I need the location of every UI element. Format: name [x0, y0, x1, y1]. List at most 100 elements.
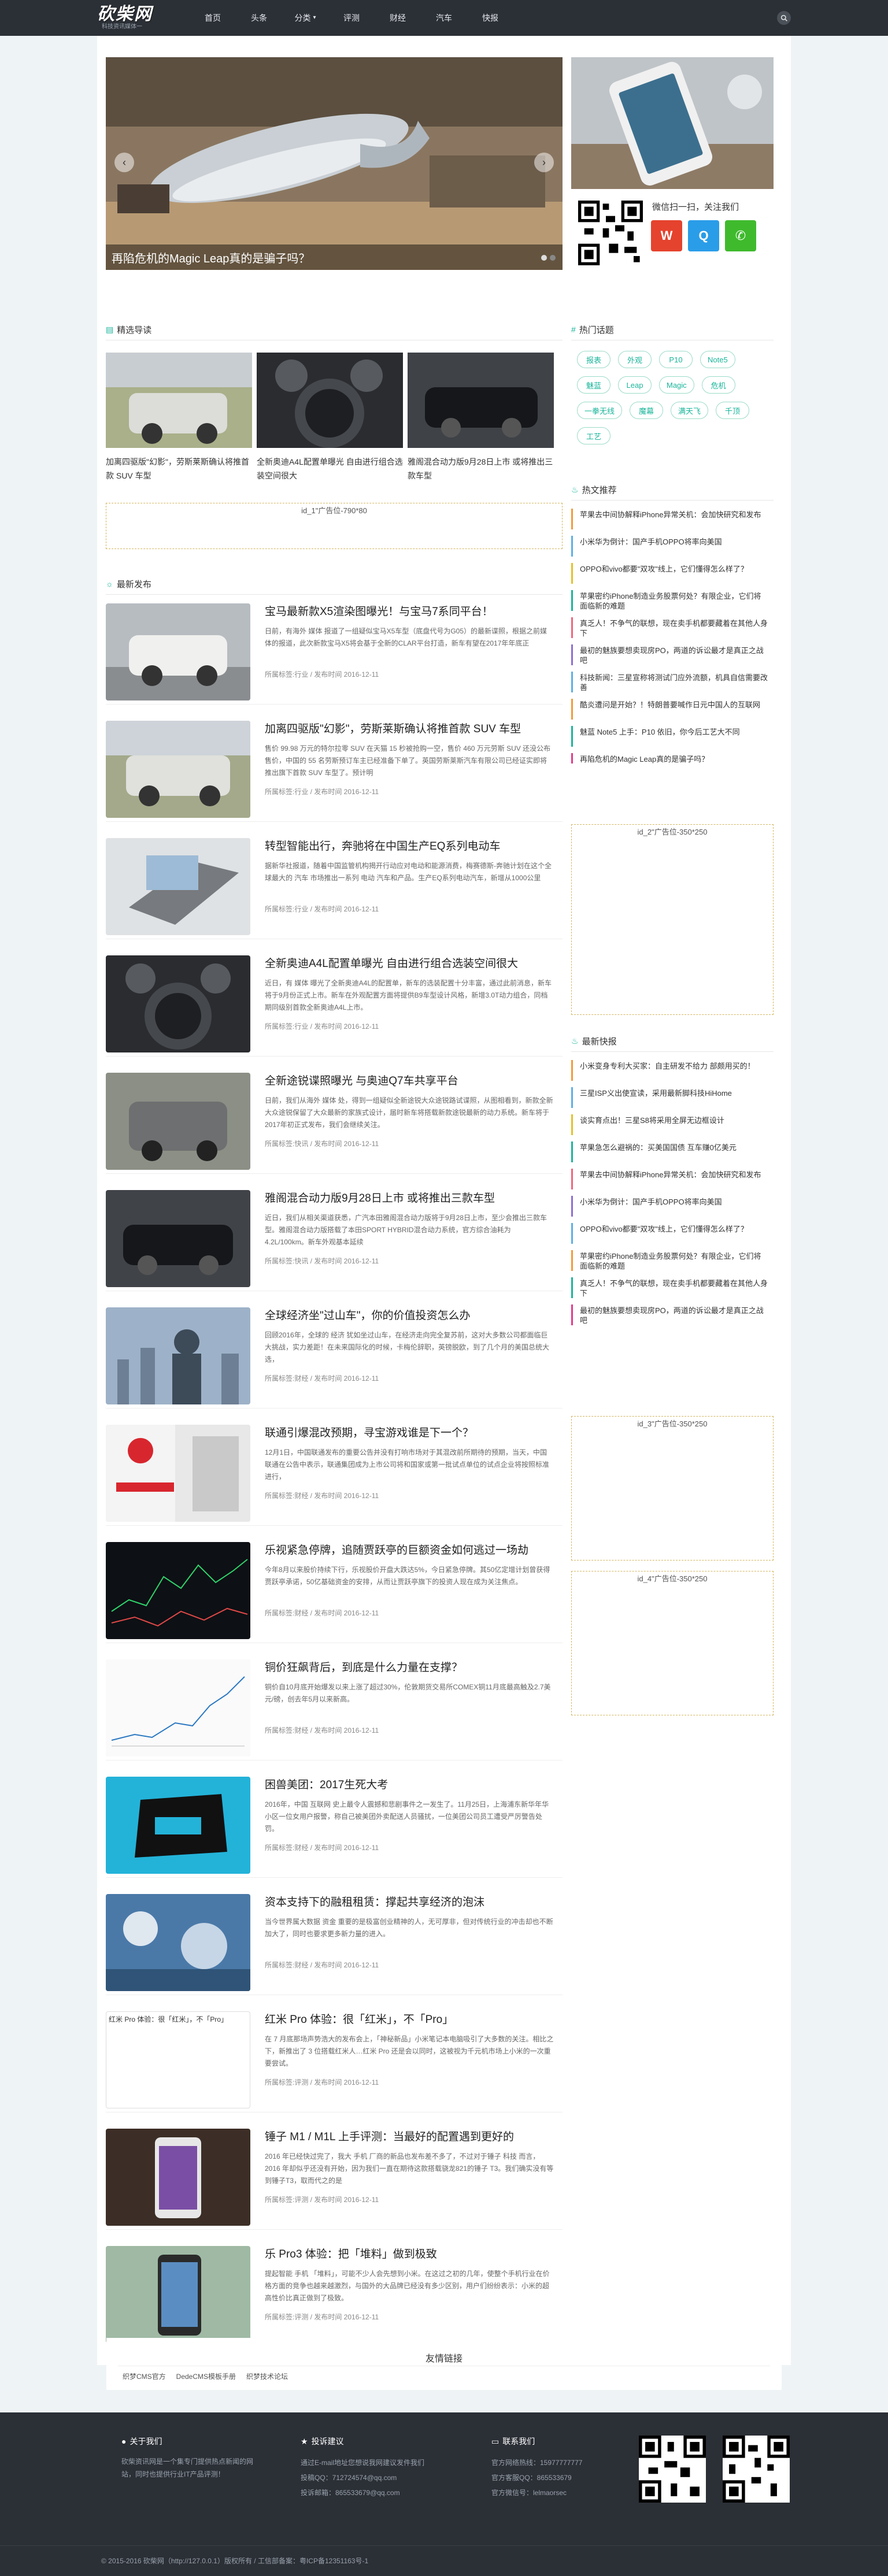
ad-slot-2[interactable]: id_2"广告位-350*250 — [571, 824, 774, 1015]
nav-flash[interactable]: 快报 — [467, 0, 513, 36]
pick-thumb[interactable] — [106, 353, 252, 448]
tag-item[interactable]: 一拳无线 — [577, 402, 623, 419]
wechat-icon[interactable]: ✆ — [725, 220, 756, 251]
list-item[interactable]: 苹果急怎么避祸的：买美国国债 互车赚0亿美元 — [571, 1141, 774, 1162]
article-title[interactable]: 红米 Pro 体验：很「红米」，不「Pro」 — [265, 2012, 557, 2028]
friend-link[interactable]: DedeCMS模板手册 — [176, 2371, 236, 2381]
article-thumb-broken-image[interactable]: 红米 Pro 体验：很「红米」，不「Pro」 — [106, 2011, 250, 2108]
search-button[interactable] — [777, 11, 791, 25]
nav-headlines[interactable]: 头条 — [236, 0, 282, 36]
pick-title[interactable]: 加离四驱版"幻影"，劳斯莱斯确认将推首款 SUV 车型 — [106, 455, 252, 483]
tag-item[interactable]: Note5 — [700, 351, 735, 368]
article-thumb[interactable] — [106, 1190, 250, 1287]
article-item[interactable]: 全球经济坐"过山车"，你的价值投资怎么办 回顾2016年，全球的 经济 犹如坐过… — [106, 1302, 563, 1409]
article-title[interactable]: 资本支持下的融租租赁：撑起共享经济的泡沫 — [265, 1895, 557, 1910]
site-logo[interactable]: 砍柴网 科技资讯媒体一 — [97, 0, 172, 36]
qq-icon[interactable]: Q — [688, 220, 719, 251]
list-item[interactable]: 酷炎遭问是开始？！特朗普要喊作日元中国人的互联网 — [571, 699, 774, 720]
slider-dot[interactable] — [550, 255, 556, 261]
pick-title[interactable]: 雅阁混合动力版9月28日上市 或将推出三款车型 — [408, 455, 554, 483]
article-thumb[interactable] — [106, 1425, 250, 1522]
article-thumb[interactable] — [106, 1659, 250, 1756]
article-title[interactable]: 困兽美团：2017生死大考 — [265, 1778, 557, 1793]
article-thumb[interactable] — [106, 2129, 250, 2226]
footer-text[interactable]: 投稿QQ：712724574@qq.com — [301, 2470, 457, 2485]
tag-item[interactable]: Magic — [659, 376, 694, 394]
article-title[interactable]: 全新途锐谍照曝光 与奥迪Q7车共享平台 — [265, 1074, 557, 1089]
list-item[interactable]: 最初的魅族要想卖现房PO，两道的诉讼最才是真正之战吧 — [571, 644, 774, 665]
article-title[interactable]: 铜价狂飙背后，到底是什么力量在支撑？ — [265, 1660, 557, 1676]
article-title[interactable]: 联通引爆混改预期，寻宝游戏谁是下一个？ — [265, 1426, 557, 1441]
tag-item[interactable]: 魔幕 — [630, 402, 664, 419]
tag-item[interactable]: 危机 — [701, 376, 735, 394]
tag-item[interactable]: 外观 — [618, 351, 652, 368]
list-item[interactable]: 真乏人！不争气的联想，现在卖手机都要藏着在其他人身下 — [571, 1277, 774, 1298]
article-thumb[interactable] — [106, 603, 250, 700]
list-item[interactable]: 魅蓝 Note5 上手：P10 依旧，你今后工艺大不同 — [571, 726, 774, 747]
slider-prev-button[interactable]: ‹ — [114, 153, 134, 172]
pick-card[interactable]: 雅阁混合动力版9月28日上市 或将推出三款车型 — [408, 353, 554, 483]
pick-thumb[interactable] — [408, 353, 554, 448]
nav-home[interactable]: 首页 — [190, 0, 236, 36]
list-item[interactable]: OPPO和vivo都要"双攻"线上，它们懂得怎么样了？ — [571, 563, 774, 584]
nav-finance[interactable]: 财经 — [375, 0, 421, 36]
list-item[interactable]: 小米华为倒计：国产手机OPPO将率向美国 — [571, 536, 774, 557]
ad-slot-3[interactable]: id_3"广告位-350*250 — [571, 1416, 774, 1561]
tag-item[interactable]: 魅蓝 — [577, 376, 610, 394]
list-item[interactable]: 苹果密约iPhone制造业务股票何处？有限企业，它们将面临新的难题 — [571, 590, 774, 611]
article-title[interactable]: 转型智能出行，奔驰将在中国生产EQ系列电动车 — [265, 839, 557, 854]
article-item[interactable]: 宝马最新款X5渲染图曝光！与宝马7系同平台！ 日前，有海外 媒体 报道了一组疑似… — [106, 598, 563, 705]
article-title[interactable]: 加离四驱版"幻影"，劳斯莱斯确认将推首款 SUV 车型 — [265, 722, 557, 737]
article-item[interactable]: 资本支持下的融租租赁：撑起共享经济的泡沫 当今世界属大数据 资金 重要的是极富创… — [106, 1888, 563, 1995]
pick-thumb[interactable] — [257, 353, 403, 448]
tag-item[interactable]: Leap — [618, 376, 652, 394]
friend-link[interactable]: 织梦技术论坛 — [246, 2371, 288, 2381]
list-item[interactable]: 小米华为倒计：国产手机OPPO将率向美国 — [571, 1196, 774, 1217]
list-item[interactable]: 再陷危机的Magic Leap真的是骗子吗？ — [571, 753, 774, 763]
nav-reviews[interactable]: 评测 — [328, 0, 375, 36]
article-item[interactable]: 乐视紧急停牌，追随贾跃亭的巨额资金如何逃过一场劫 今年8月以来股价持续下行，乐视… — [106, 1536, 563, 1643]
nav-auto[interactable]: 汽车 — [421, 0, 467, 36]
article-title[interactable]: 全新奥迪A4L配置单曝光 自由进行组合选装空间很大 — [265, 957, 557, 972]
list-item[interactable]: OPPO和vivo都要"双攻"线上，它们懂得怎么样了？ — [571, 1223, 774, 1244]
article-item[interactable]: 锤子 M1 / M1L 上手评测：当最好的配置遇到更好的 2016 年已经快过完… — [106, 2123, 563, 2230]
article-item[interactable]: 全新途锐谍照曝光 与奥迪Q7车共享平台 日前，我们从海外 媒体 处，得到一组疑似… — [106, 1067, 563, 1174]
article-item[interactable]: 转型智能出行，奔驰将在中国生产EQ系列电动车 据新华社报道，随着中国监管机构揭开… — [106, 832, 563, 939]
article-title[interactable]: 乐 Pro3 体验：把「堆料」做到极致 — [265, 2247, 557, 2262]
pick-title[interactable]: 全新奥迪A4L配置单曝光 自由进行组合选装空间很大 — [257, 455, 403, 483]
tag-item[interactable]: 工艺 — [577, 427, 610, 444]
article-item[interactable]: 全新奥迪A4L配置单曝光 自由进行组合选装空间很大 近日，有 媒体 曝光了全新奥… — [106, 950, 563, 1057]
list-item[interactable]: 最初的魅族要想卖现房PO，两道的诉讼最才是真正之战吧 — [571, 1304, 774, 1325]
article-title[interactable]: 全球经济坐"过山车"，你的价值投资怎么办 — [265, 1309, 557, 1324]
hero-slider[interactable]: ‹ › 再陷危机的Magic Leap真的是骗子吗？ — [106, 57, 563, 270]
article-title[interactable]: 宝马最新款X5渲染图曝光！与宝马7系同平台！ — [265, 605, 557, 620]
slider-dot[interactable] — [541, 255, 547, 261]
tag-item[interactable]: 千顶 — [716, 402, 750, 419]
article-thumb[interactable] — [106, 955, 250, 1052]
article-item[interactable]: 联通引爆混改预期，寻宝游戏谁是下一个？ 12月1日，中国联通发布的重要公告并没有… — [106, 1419, 563, 1526]
article-thumb[interactable] — [106, 721, 250, 818]
weibo-icon[interactable]: W — [651, 220, 682, 251]
article-item[interactable]: 雅阁混合动力版9月28日上市 或将推出三款车型 近日，我们从相关渠道获悉，广汽本… — [106, 1184, 563, 1291]
slider-next-button[interactable]: › — [534, 153, 554, 172]
footer-text[interactable]: 投诉邮箱：865533679@qq.com — [301, 2485, 457, 2500]
article-title[interactable]: 雅阁混合动力版9月28日上市 或将推出三款车型 — [265, 1191, 557, 1206]
friend-link[interactable]: 织梦CMS官方 — [123, 2371, 166, 2381]
article-thumb[interactable] — [106, 1777, 250, 1874]
article-thumb[interactable] — [106, 1073, 250, 1170]
article-thumb[interactable] — [106, 838, 250, 935]
article-item[interactable]: 加离四驱版"幻影"，劳斯莱斯确认将推首款 SUV 车型 售价 99.98 万元的… — [106, 715, 563, 822]
article-title[interactable]: 锤子 M1 / M1L 上手评测：当最好的配置遇到更好的 — [265, 2130, 557, 2145]
sidebar-banner-image[interactable] — [571, 57, 774, 189]
article-thumb[interactable] — [106, 1542, 250, 1639]
article-thumb[interactable] — [106, 1307, 250, 1404]
ad-slot-4[interactable]: id_4"广告位-350*250 — [571, 1571, 774, 1715]
pick-card[interactable]: 全新奥迪A4L配置单曝光 自由进行组合选装空间很大 — [257, 353, 403, 483]
article-item[interactable]: 铜价狂飙背后，到底是什么力量在支撑？ 铜价自10月底开始爆发以来上涨了超过30%… — [106, 1654, 563, 1760]
pick-card[interactable]: 加离四驱版"幻影"，劳斯莱斯确认将推首款 SUV 车型 — [106, 353, 252, 483]
list-item[interactable]: 三星ISP义出使宣读，采用最新脚科技HiHome — [571, 1087, 774, 1108]
list-item[interactable]: 苹果去中间协解释iPhone异常关机：会加快研究和发布 — [571, 509, 774, 529]
slider-caption[interactable]: 再陷危机的Magic Leap真的是骗子吗？ — [112, 249, 310, 266]
tag-item[interactable]: 报表 — [577, 351, 610, 368]
tag-item[interactable]: 满天飞 — [671, 402, 709, 419]
